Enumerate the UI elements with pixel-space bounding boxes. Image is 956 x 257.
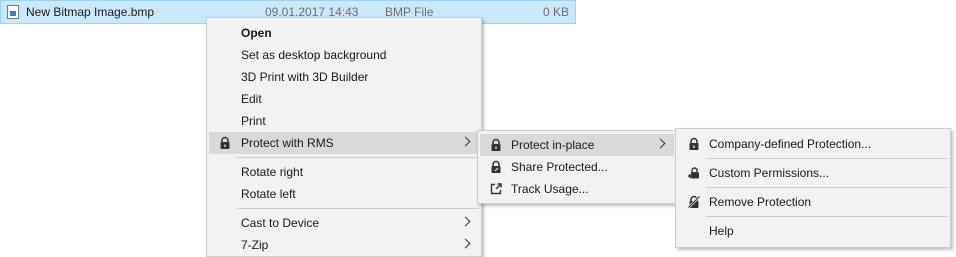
menu-item-label: Help — [709, 224, 734, 238]
protection-submenu: Company-defined Protection... Custom Per… — [675, 128, 951, 248]
menu-separator — [706, 216, 948, 217]
menu-item-label: Custom Permissions... — [709, 166, 830, 180]
bitmap-file-icon — [7, 5, 19, 19]
menu-item-label: Set as desktop background — [241, 48, 387, 62]
menu-item-label: Edit — [241, 92, 262, 106]
context-menu: Open Set as desktop background 3D Print … — [206, 17, 482, 257]
menu-item-edit[interactable]: Edit — [209, 88, 479, 110]
menu-item-label: Protect in-place — [511, 138, 595, 152]
menu-separator — [237, 208, 479, 209]
menu-item-company-defined-protection[interactable]: Company-defined Protection... — [678, 133, 948, 155]
menu-item-help[interactable]: Help — [678, 220, 948, 242]
menu-item-track-usage[interactable]: Track Usage... — [480, 178, 674, 200]
lock-icon — [220, 136, 230, 149]
share-icon — [491, 160, 501, 173]
menu-item-label: Protect with RMS — [241, 136, 334, 150]
menu-item-label: Cast to Device — [241, 216, 320, 230]
menu-item-label: Track Usage... — [511, 182, 589, 196]
menu-item-label: Company-defined Protection... — [709, 137, 872, 151]
menu-item-label: Remove Protection — [709, 195, 812, 209]
menu-item-share-protected[interactable]: Share Protected... — [480, 156, 674, 178]
menu-item-label: Rotate left — [241, 187, 296, 201]
menu-item-custom-permissions[interactable]: Custom Permissions... — [678, 162, 948, 184]
lock-plus-icon — [688, 167, 699, 179]
menu-item-set-desktop-background[interactable]: Set as desktop background — [209, 44, 479, 66]
lock-icon — [491, 138, 501, 151]
menu-item-remove-protection[interactable]: Remove Protection — [678, 191, 948, 213]
menu-item-7-zip[interactable]: 7-Zip — [209, 234, 479, 256]
menu-separator — [706, 158, 948, 159]
menu-item-label: Rotate right — [241, 165, 304, 179]
menu-item-label: 3D Print with 3D Builder — [241, 70, 369, 84]
menu-separator — [706, 187, 948, 188]
menu-item-label: Share Protected... — [511, 160, 608, 174]
lock-slash-icon — [687, 195, 701, 209]
menu-item-open[interactable]: Open — [209, 22, 479, 44]
rms-submenu: Protect in-place Share Protected... Trac… — [477, 130, 677, 204]
external-link-icon — [490, 183, 502, 195]
menu-item-protect-in-place[interactable]: Protect in-place — [480, 134, 674, 156]
file-size: 0 KB — [542, 5, 569, 19]
chevron-right-icon — [460, 238, 471, 249]
lock-icon — [689, 137, 699, 150]
menu-item-label: Print — [241, 114, 266, 128]
menu-item-rotate-left[interactable]: Rotate left — [209, 183, 479, 205]
menu-item-protect-with-rms[interactable]: Protect with RMS — [209, 132, 479, 154]
menu-item-cast-to-device[interactable]: Cast to Device — [209, 212, 479, 234]
chevron-right-icon — [655, 138, 666, 149]
menu-item-label: Open — [241, 26, 272, 40]
menu-item-3d-print[interactable]: 3D Print with 3D Builder — [209, 66, 479, 88]
chevron-right-icon — [460, 216, 471, 227]
menu-item-rotate-right[interactable]: Rotate right — [209, 161, 479, 183]
chevron-right-icon — [460, 136, 471, 147]
menu-item-print[interactable]: Print — [209, 110, 479, 132]
file-name: New Bitmap Image.bmp — [26, 5, 155, 19]
menu-separator — [237, 157, 479, 158]
menu-item-label: 7-Zip — [241, 238, 269, 252]
